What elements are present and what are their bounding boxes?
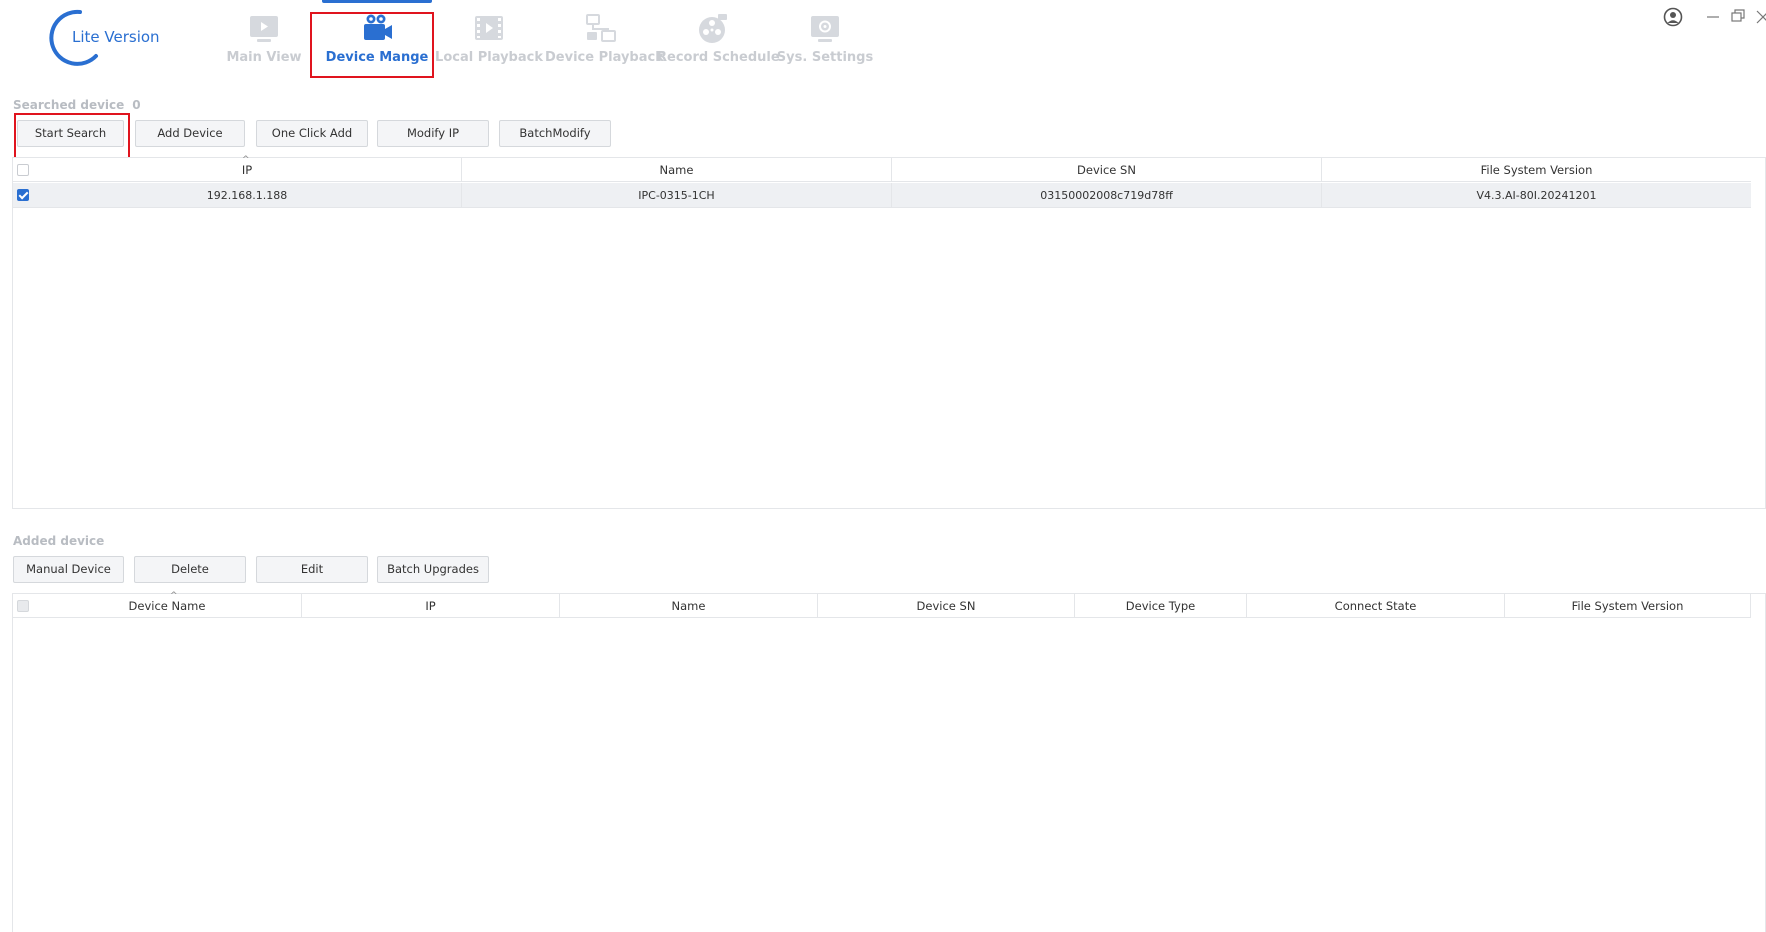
edit-button[interactable]: Edit (256, 556, 368, 583)
row-check-cell (13, 183, 33, 208)
column-label: Connect State (1334, 599, 1417, 613)
column-header-connect-state[interactable]: Connect State (1247, 594, 1505, 618)
select-all-checkbox[interactable] (17, 163, 29, 176)
film-play-icon (475, 16, 503, 40)
column-label: Name (671, 599, 706, 613)
tab-device-playback[interactable]: Device Playback (545, 8, 664, 74)
select-all-cell (13, 158, 33, 182)
added-device-table: ^ Device Name IP Name Device SN Device Ty… (12, 591, 1766, 932)
searched-device-table: ^ IP Name Device SN File System Version 1… (12, 155, 1766, 509)
column-label: File System Version (1480, 163, 1593, 177)
column-header-name[interactable]: Name (462, 158, 892, 182)
table-header: ^ Device Name IP Name Device SN Device Ty… (13, 591, 1751, 618)
added-device-label: Added device (13, 534, 105, 548)
column-header-device-sn[interactable]: Device SN (892, 158, 1322, 182)
sort-caret-icon: ^ (242, 155, 250, 165)
manual-device-button[interactable]: Manual Device (13, 556, 124, 583)
select-all-checkbox[interactable] (17, 599, 29, 612)
column-label: Name (659, 163, 694, 177)
network-devices-icon (586, 14, 616, 42)
cell-device-sn: 03150002008c719d78ff (892, 183, 1322, 208)
row-checkbox[interactable] (17, 189, 29, 201)
sort-caret-icon: ^ (170, 591, 178, 601)
column-label: Device SN (1077, 163, 1136, 177)
user-icon[interactable] (1663, 7, 1683, 27)
tab-device-manage[interactable]: Device Mange (321, 8, 433, 74)
column-label: File System Version (1571, 599, 1684, 613)
cell-name: IPC-0315-1CH (462, 183, 892, 208)
close-icon[interactable] (1755, 8, 1766, 24)
active-tab-indicator (322, 0, 432, 3)
modify-ip-button[interactable]: Modify IP (377, 120, 489, 147)
delete-button[interactable]: Delete (134, 556, 246, 583)
one-click-add-button[interactable]: One Click Add (256, 120, 368, 147)
cell-file-system-version: V4.3.AI-80I.20241201 (1476, 189, 1597, 202)
tab-label: Sys. Settings (776, 50, 874, 65)
settings-monitor-icon (811, 16, 839, 42)
column-label: Device Name (128, 599, 206, 613)
tab-sys-settings[interactable]: Sys. Settings (769, 8, 881, 74)
tab-main-view[interactable]: Main View (208, 8, 320, 74)
tab-record-schedule[interactable]: Record Schedule (657, 8, 780, 74)
batch-modify-button[interactable]: BatchModify (499, 120, 611, 147)
film-reel-icon (699, 14, 727, 43)
tab-label: Device Mange (325, 50, 429, 65)
column-header-file-system-version[interactable]: File System Version (1505, 594, 1751, 618)
tab-label: Local Playback (435, 50, 543, 65)
monitor-play-icon (250, 16, 278, 42)
add-device-button[interactable]: Add Device (135, 120, 245, 147)
table-row[interactable]: 192.168.1.188 IPC-0315-1CH 03150002008c7… (13, 183, 1751, 208)
column-header-ip[interactable]: ^ IP (33, 155, 462, 182)
searched-device-count: 0 (132, 98, 141, 112)
minimize-icon[interactable] (1705, 8, 1721, 24)
tab-local-playback[interactable]: Local Playback (433, 8, 545, 74)
column-header-ip[interactable]: IP (302, 594, 560, 618)
column-label: IP (425, 599, 436, 613)
video-camera-icon (364, 14, 392, 40)
column-label: Device Type (1125, 599, 1196, 613)
tab-label: Record Schedule (657, 50, 780, 65)
column-header-device-type[interactable]: Device Type (1075, 594, 1247, 618)
searched-device-label: Searched device 0 (13, 98, 141, 112)
maximize-icon[interactable] (1730, 8, 1746, 24)
column-header-name[interactable]: Name (560, 594, 818, 618)
tab-label: Main View (226, 50, 302, 65)
app-logo: Lite Version (46, 6, 166, 68)
cell-ip: 192.168.1.188 (33, 183, 462, 208)
column-label: IP (241, 163, 253, 177)
column-header-file-system-version[interactable]: File System Version (1322, 158, 1751, 182)
table-header: ^ IP Name Device SN File System Version (13, 155, 1751, 182)
batch-upgrades-button[interactable]: Batch Upgrades (377, 556, 489, 583)
logo-text: Lite Version (72, 28, 160, 46)
select-all-cell (13, 594, 33, 618)
start-search-button[interactable]: Start Search (17, 120, 124, 147)
column-header-device-name[interactable]: ^ Device Name (33, 591, 302, 618)
tab-label: Device Playback (545, 50, 664, 65)
column-label: Device SN (916, 599, 976, 613)
section-title: Searched device (13, 98, 125, 112)
column-header-device-sn[interactable]: Device SN (818, 594, 1075, 618)
